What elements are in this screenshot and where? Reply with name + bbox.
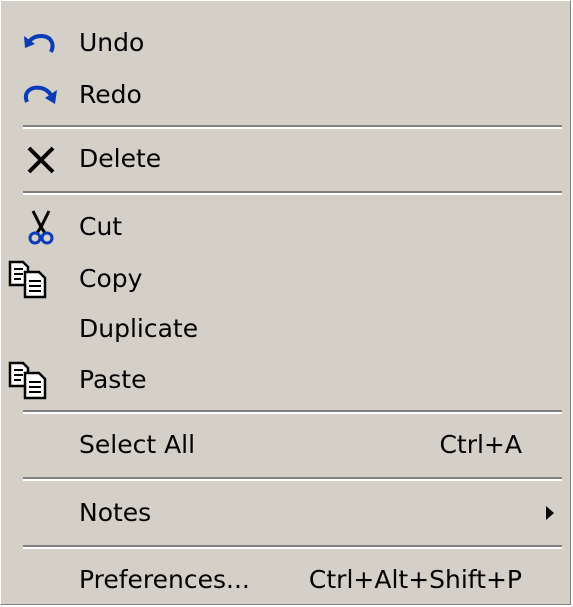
menu-item-delete[interactable]: Delete — [1, 133, 570, 185]
menu-separator — [23, 410, 562, 414]
menu-item-label: Delete — [79, 144, 162, 173]
redo-icon — [21, 69, 69, 121]
menu-item-cut[interactable]: Cut — [1, 201, 570, 253]
menu-item-shortcut: Ctrl+A — [439, 430, 522, 459]
menu-item-redo[interactable]: Redo — [1, 69, 570, 121]
menu-item-label: Copy — [79, 264, 143, 293]
menu-item-select-all[interactable]: Select All Ctrl+A — [1, 419, 570, 471]
menu-item-label: Paste — [79, 365, 147, 394]
menu-item-label: Duplicate — [79, 314, 199, 343]
menu-item-label: Cut — [79, 212, 123, 241]
menu-item-label: Redo — [79, 80, 142, 109]
menu-item-undo[interactable]: Undo — [1, 17, 570, 69]
menu-item-label: Undo — [79, 28, 145, 57]
context-menu: Undo Redo Delete Cut Copy Duplicate Past… — [0, 0, 571, 605]
submenu-arrow-icon — [546, 506, 554, 520]
undo-icon — [21, 17, 69, 69]
menu-separator — [23, 545, 562, 549]
menu-item-label: Notes — [79, 498, 152, 527]
menu-separator — [23, 125, 562, 129]
copy-icon — [7, 253, 55, 305]
menu-item-paste[interactable]: Paste — [1, 354, 570, 406]
scissors-icon — [21, 201, 69, 253]
menu-item-shortcut: Ctrl+Alt+Shift+P — [308, 565, 522, 594]
menu-separator — [23, 191, 562, 195]
menu-item-preferences[interactable]: Preferences... Ctrl+Alt+Shift+P — [1, 554, 570, 606]
menu-item-label: Select All — [79, 430, 196, 459]
menu-item-duplicate[interactable]: Duplicate — [1, 303, 570, 355]
menu-separator — [23, 477, 562, 481]
menu-item-copy[interactable]: Copy — [1, 253, 570, 305]
paste-icon — [7, 354, 55, 406]
menu-item-notes[interactable]: Notes — [1, 487, 570, 539]
menu-item-label: Preferences... — [79, 565, 250, 594]
delete-icon — [21, 133, 69, 185]
